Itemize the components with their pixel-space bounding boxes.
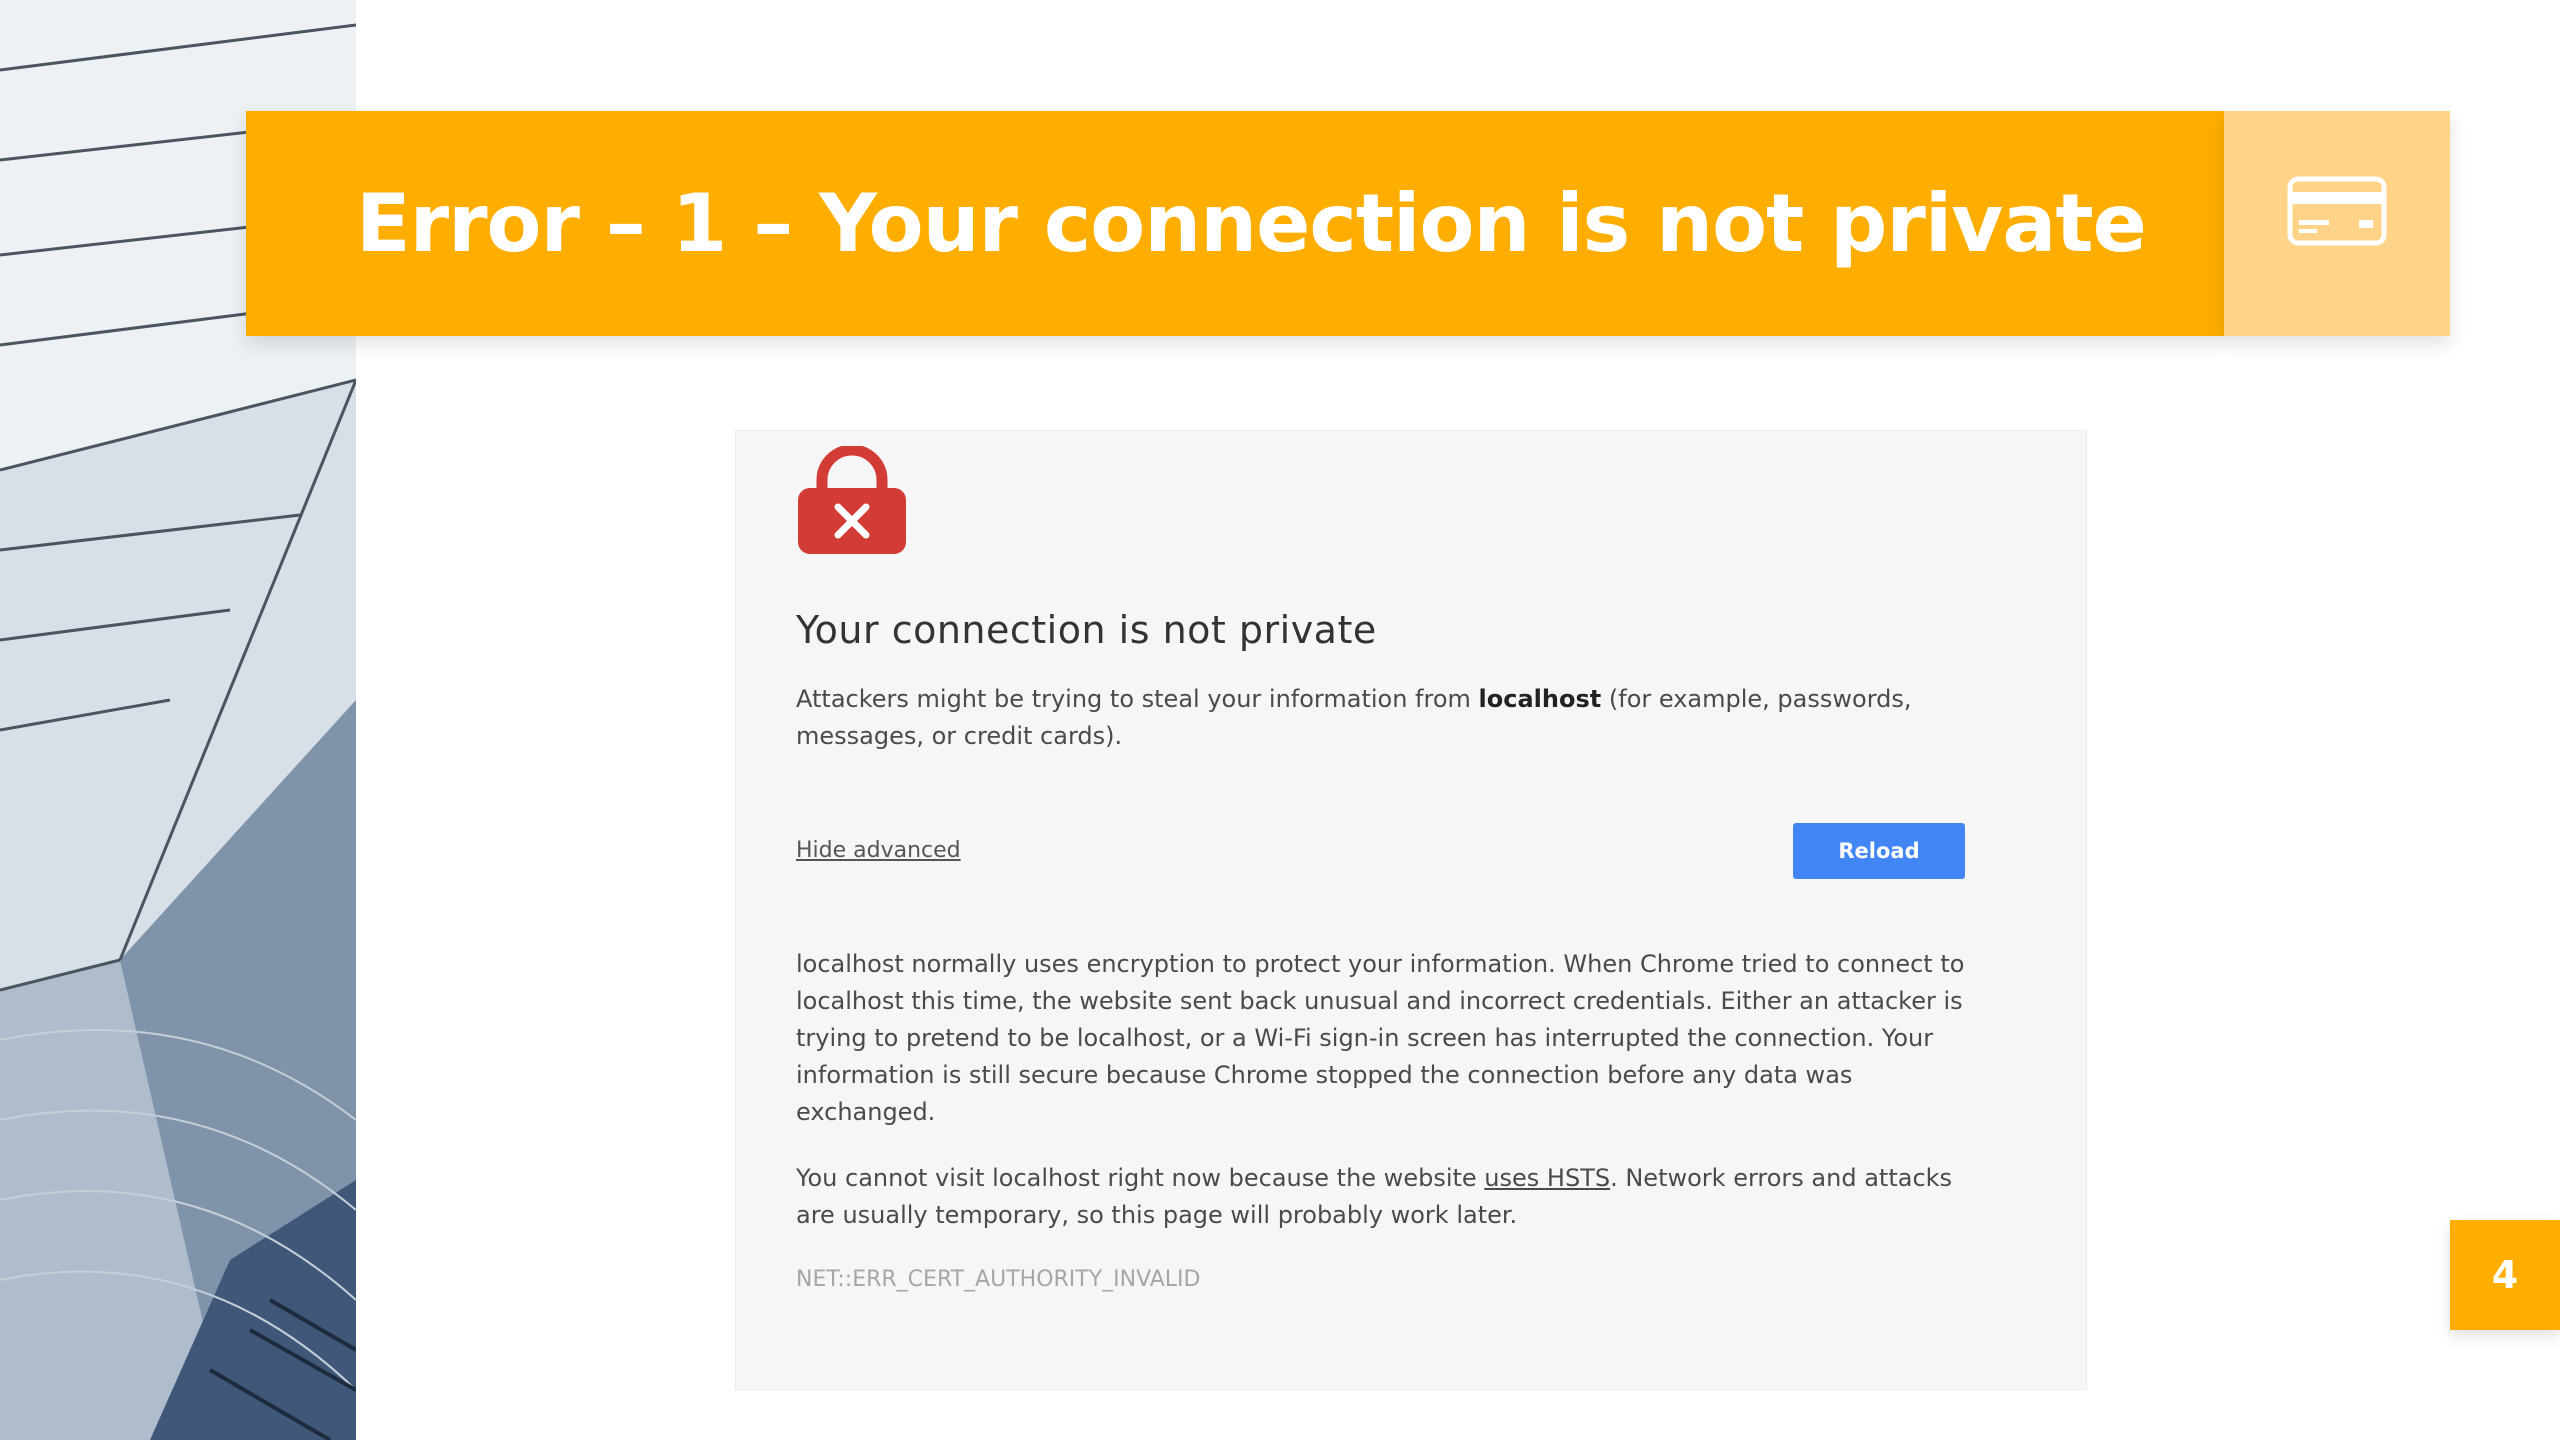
page-number-badge: 4 [2450,1220,2560,1330]
reload-button[interactable]: Reload [1793,823,1965,879]
broken-lock-icon [798,446,906,554]
error-code: NET::ERR_CERT_AUTHORITY_INVALID [796,1267,1201,1292]
error-intro: Attackers might be trying to steal your … [796,681,1976,755]
hsts-text-before: You cannot visit localhost right now bec… [796,1164,1485,1192]
slide: Error – 1 – Your connection is not priva… [0,0,2560,1440]
slide-title: Error – 1 – Your connection is not priva… [356,177,2147,270]
title-icon-tab [2224,111,2450,336]
intro-text-before: Attackers might be trying to steal your … [796,685,1479,713]
hide-advanced-link[interactable]: Hide advanced [796,838,961,863]
credit-card-icon [2287,176,2387,246]
hsts-notice: You cannot visit localhost right now bec… [796,1160,1976,1234]
uses-hsts-link[interactable]: uses HSTS [1484,1164,1610,1192]
browser-error-screenshot: Your connection is not private Attackers… [735,430,2087,1390]
host-name: localhost [1478,685,1602,713]
error-heading: Your connection is not private [796,608,1377,652]
error-details: localhost normally uses encryption to pr… [796,950,1965,1126]
title-banner: Error – 1 – Your connection is not priva… [246,111,2224,336]
